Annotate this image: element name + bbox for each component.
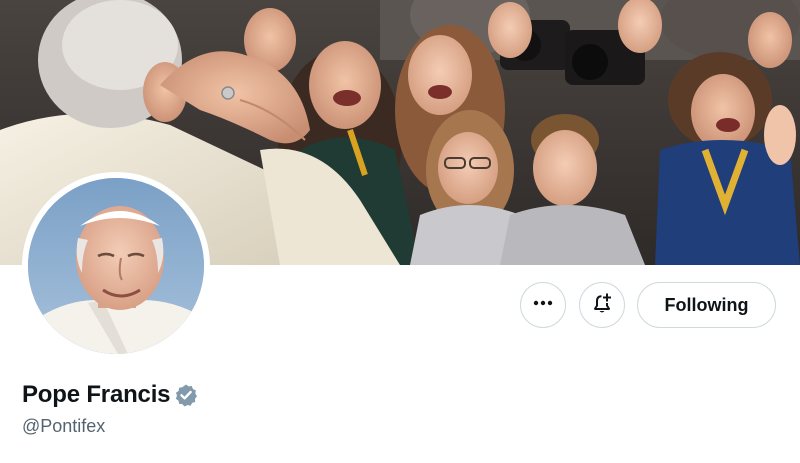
- following-button[interactable]: Following: [637, 282, 776, 328]
- notifications-button[interactable]: [579, 282, 625, 328]
- profile-page: Following Pope Francis @Pontifex: [0, 0, 800, 463]
- user-handle: @Pontifex: [22, 416, 106, 436]
- display-name: Pope Francis: [22, 381, 171, 408]
- ellipsis-icon: [532, 292, 554, 319]
- following-label: Following: [664, 294, 749, 315]
- profile-name-row: Pope Francis: [22, 379, 198, 411]
- more-options-button[interactable]: [520, 282, 566, 328]
- verified-badge-icon[interactable]: [174, 383, 198, 407]
- avatar[interactable]: [28, 178, 204, 354]
- bell-plus-icon: [590, 291, 614, 320]
- avatar-frame[interactable]: [22, 172, 210, 360]
